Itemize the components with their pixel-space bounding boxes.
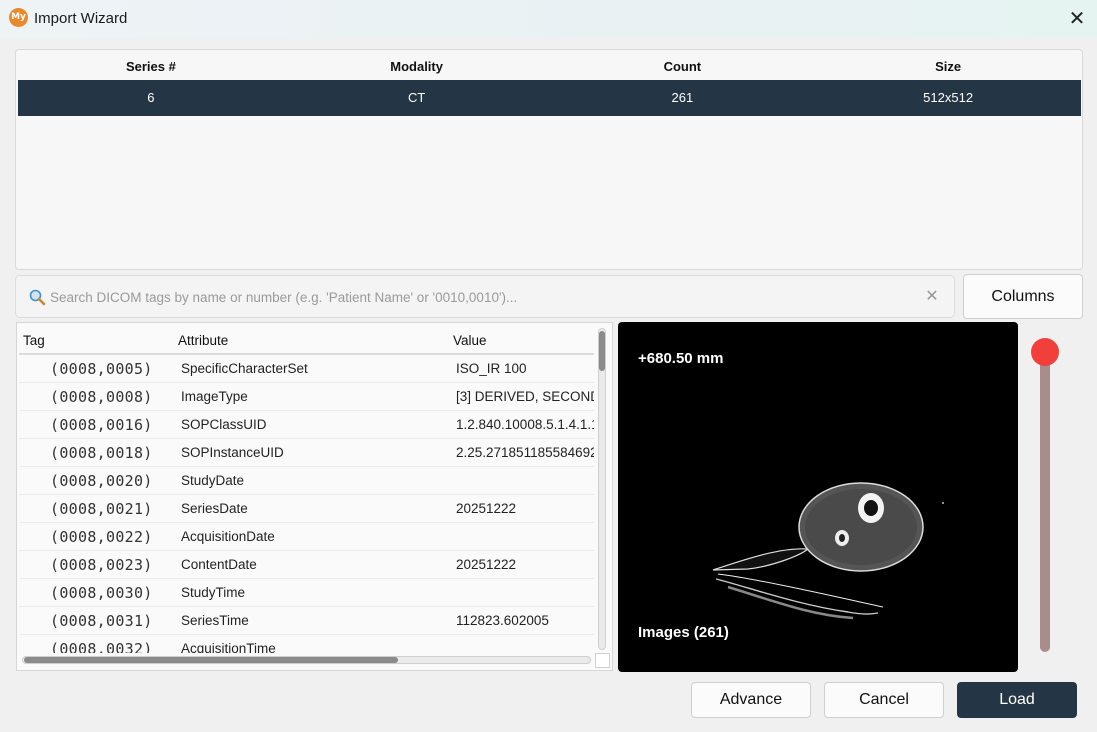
- series-row-selected[interactable]: 6 CT 261 512x512: [18, 80, 1081, 116]
- column-header-modality[interactable]: Modality: [284, 52, 550, 81]
- table-row[interactable]: (0008,0020) StudyDate: [19, 467, 594, 495]
- vertical-scrollbar[interactable]: [598, 328, 606, 650]
- table-row[interactable]: (0008,0023) ContentDate 20251222: [19, 551, 594, 579]
- scrollbar-corner: [595, 653, 610, 668]
- column-header-series[interactable]: Series #: [18, 52, 284, 81]
- table-row[interactable]: (0008,0022) AcquisitionDate: [19, 523, 594, 551]
- table-row[interactable]: (0008,0031) SeriesTime 112823.602005: [19, 607, 594, 635]
- series-table: Series # Modality Count Size 6 CT 261 51…: [15, 49, 1083, 270]
- cancel-button[interactable]: Cancel: [824, 682, 944, 718]
- horizontal-scrollbar[interactable]: [22, 656, 591, 664]
- table-row[interactable]: (0008,0021) SeriesDate 20251222: [19, 495, 594, 523]
- column-header-count[interactable]: Count: [550, 52, 816, 81]
- search-icon: [29, 289, 46, 306]
- title-bar: My Import Wizard ✕: [0, 0, 1097, 38]
- close-icon[interactable]: ✕: [1062, 6, 1092, 32]
- cell-count: 261: [671, 90, 694, 105]
- cell-size: 512x512: [923, 90, 974, 105]
- ct-slice-image: [712, 482, 944, 620]
- slice-position-label: +680.50 mm: [638, 350, 724, 367]
- vertical-scroll-thumb[interactable]: [599, 331, 605, 371]
- tag-table-header: Tag Attribute Value: [19, 325, 594, 355]
- table-row[interactable]: (0008,0018) SOPInstanceUID 2.25.2718511855…: [19, 439, 594, 467]
- table-row[interactable]: (0008,0016) SOPClassUID 1.2.840.10008.5.1.…: [19, 411, 594, 439]
- app-logo-icon: My: [9, 8, 28, 27]
- column-header-attribute[interactable]: Attribute: [178, 333, 228, 348]
- table-row[interactable]: (0008,0008) ImageType [3] DERIVED, SECONDA: [19, 383, 594, 411]
- slice-slider-track[interactable]: [1040, 350, 1050, 652]
- column-header-tag[interactable]: Tag: [23, 333, 45, 348]
- column-header-size[interactable]: Size: [815, 52, 1081, 81]
- tag-search-bar: ✕: [15, 275, 955, 318]
- table-row[interactable]: (0008,0032) AcquisitionTime: [19, 635, 594, 653]
- table-row[interactable]: (0008,0030) StudyTime: [19, 579, 594, 607]
- image-preview: +680.50 mm Images (261): [618, 322, 1018, 672]
- cell-series-number: 6: [147, 90, 155, 105]
- slice-slider-handle[interactable]: [1031, 338, 1059, 366]
- window-title: Import Wizard: [34, 10, 128, 27]
- table-row[interactable]: (0008,0005) SpecificCharacterSet ISO_IR 10…: [19, 355, 594, 383]
- load-button[interactable]: Load: [957, 682, 1077, 718]
- columns-button[interactable]: Columns: [963, 274, 1083, 319]
- dicom-tag-table: Tag Attribute Value (0008,0005) SpecificC…: [16, 322, 613, 671]
- cell-modality: CT: [407, 90, 426, 105]
- clear-search-icon[interactable]: ✕: [922, 286, 942, 306]
- series-table-header: Series # Modality Count Size: [18, 52, 1081, 81]
- search-input[interactable]: [50, 286, 910, 308]
- advance-button[interactable]: Advance: [691, 682, 811, 718]
- image-count-label: Images (261): [638, 624, 729, 641]
- column-header-value[interactable]: Value: [453, 333, 487, 348]
- tag-table-body: (0008,0005) SpecificCharacterSet ISO_IR 10…: [19, 355, 594, 653]
- horizontal-scroll-thumb[interactable]: [24, 657, 398, 663]
